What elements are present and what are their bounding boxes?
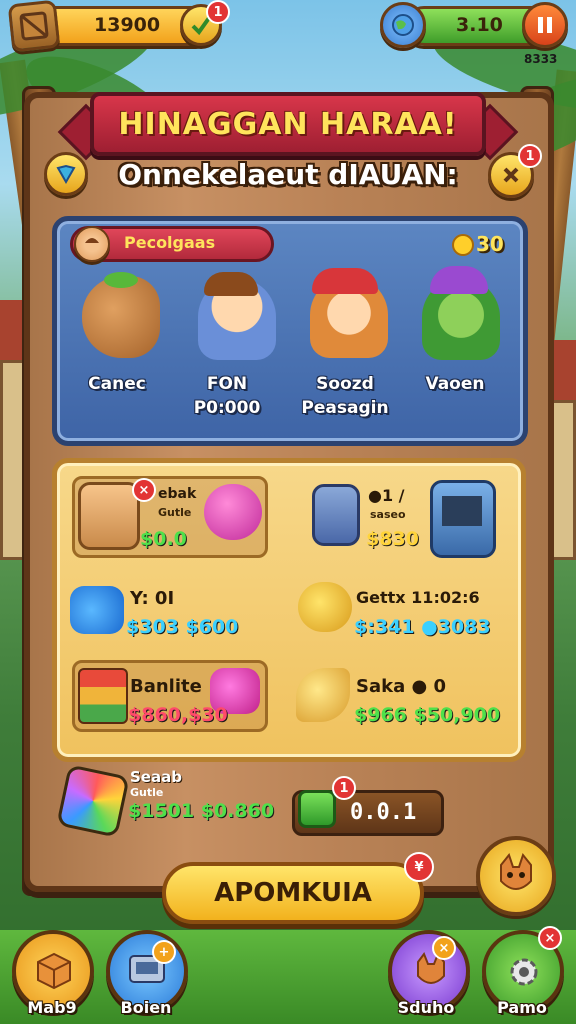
leaf-icon bbox=[104, 272, 138, 288]
shop-item-2-price: $830 bbox=[366, 528, 419, 550]
shop-item-3-name: Y: 0I bbox=[130, 588, 175, 609]
gold-trophy-art bbox=[298, 582, 352, 632]
pink-helmet-art bbox=[204, 484, 262, 540]
panel-coin-amount: 30 bbox=[476, 232, 504, 256]
portrait-art bbox=[78, 482, 140, 550]
green-box-icon bbox=[298, 790, 336, 828]
robot-art bbox=[312, 484, 360, 546]
books-art bbox=[78, 668, 128, 724]
boy-hair bbox=[204, 272, 258, 296]
crystal-shield-art[interactable] bbox=[56, 764, 130, 838]
shop-item-4-price: $:341 ●3083 bbox=[354, 616, 491, 638]
shop-item-1-sub: Gutle bbox=[158, 506, 192, 519]
character-label: Canec bbox=[88, 374, 146, 394]
item-1-badge: × bbox=[132, 478, 156, 502]
nav-label: Sduho bbox=[397, 998, 455, 1017]
nav-label: Boien bbox=[120, 998, 172, 1017]
computer-screen bbox=[442, 496, 482, 526]
nav-settings-badge: × bbox=[538, 926, 562, 950]
character-dog-art[interactable] bbox=[82, 276, 160, 358]
offer-price: $1501 $0.860 bbox=[128, 800, 275, 822]
close-badge: 1 bbox=[518, 144, 542, 168]
shop-item-4-name: Gettx 11:02:6 bbox=[356, 588, 480, 607]
star-coin-icon bbox=[452, 234, 474, 256]
banner-title: HINAGGAN HARAA! bbox=[118, 106, 458, 142]
board-subtitle: Onnekelaeut dIAUAN: bbox=[118, 158, 458, 191]
shop-item-5-name: Banlite bbox=[130, 676, 202, 697]
main-action-label: APOMKUIA bbox=[214, 878, 372, 908]
coins-value: 13900 bbox=[94, 14, 161, 36]
main-action-button[interactable]: APOMKUIA bbox=[162, 862, 424, 924]
shop-item-1-price: $0.0 bbox=[140, 528, 187, 550]
avatar-icon bbox=[74, 226, 110, 262]
character-label: Vaoen bbox=[425, 374, 485, 394]
nav-pet-badge: × bbox=[432, 936, 456, 960]
character-label: FON P0:000 bbox=[193, 374, 261, 418]
shop-item-6-name: Saka ● 0 bbox=[356, 676, 446, 697]
offer-sub: Gutle bbox=[130, 786, 164, 799]
shop-item-2-name: ●1 / bbox=[368, 486, 405, 505]
camera-art bbox=[70, 586, 124, 634]
counter-value: 0.0.1 bbox=[350, 800, 417, 825]
shop-item-2-sub: saseo bbox=[370, 508, 406, 521]
shop-item-6-price: $966 $50,900 bbox=[354, 704, 501, 726]
girl-hat bbox=[312, 268, 378, 294]
globe-icon bbox=[380, 2, 426, 48]
elf-hat bbox=[430, 266, 488, 294]
fox-button[interactable] bbox=[476, 836, 556, 916]
pause-button[interactable] bbox=[522, 2, 568, 48]
cta-badge: ¥ bbox=[404, 852, 434, 882]
energy-value: 3.10 bbox=[456, 14, 503, 36]
coins-badge: 1 bbox=[206, 0, 230, 24]
offer-name: Seaab bbox=[130, 768, 182, 786]
shop-item-1-name: ebak bbox=[158, 486, 197, 502]
nav-label: Mab9 bbox=[27, 998, 77, 1017]
nav-machine-badge: + bbox=[152, 940, 176, 964]
player-chip-label: Pecolgaas bbox=[124, 233, 216, 252]
timer-text: 8333 bbox=[524, 52, 558, 66]
shop-item-3-price: $303 $600 bbox=[126, 616, 239, 638]
crate-icon bbox=[7, 0, 61, 53]
counter-badge: 1 bbox=[332, 776, 356, 800]
nav-label: Pamo bbox=[497, 998, 547, 1017]
shop-item-5-price: $860,$30 bbox=[128, 704, 228, 726]
character-label: Soozd Peasagin bbox=[301, 374, 389, 418]
title-banner: HINAGGAN HARAA! bbox=[90, 92, 486, 156]
